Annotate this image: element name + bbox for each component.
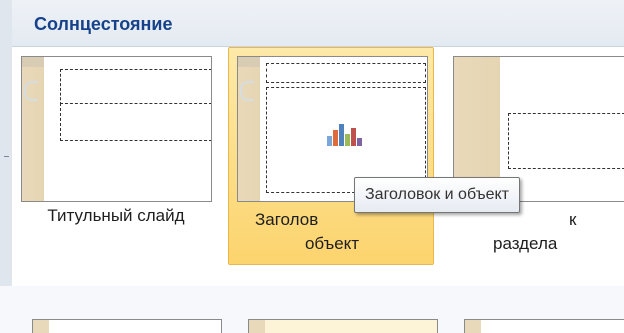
title-placeholder (60, 69, 211, 105)
thumbnail-tab (238, 57, 260, 67)
subtitle-placeholder (60, 103, 211, 141)
layout-thumbnail (21, 56, 212, 202)
layout-label-line1: к (569, 210, 577, 229)
layout-gallery: Титульный слайд Заголов объект к раздела (12, 47, 624, 333)
layout-tile-partial[interactable] (248, 319, 438, 333)
layout-tile-title-and-content[interactable]: Заголов объект (228, 47, 434, 265)
thumbnail-band (465, 320, 481, 333)
layout-label: Титульный слайд (47, 206, 185, 225)
thumbnail-band (238, 57, 260, 201)
layout-label-line2: объект (304, 234, 360, 253)
layout-tooltip: Заголовок и объект (354, 177, 520, 213)
thumbnail-band-hook (24, 81, 38, 101)
title-placeholder (266, 63, 426, 83)
thumbnail-tab (22, 57, 44, 67)
theme-title: Солнцестояние (34, 14, 173, 34)
strip-tick (4, 156, 9, 157)
thumbnail-band-hook (240, 81, 254, 101)
gallery-header: Солнцестояние (12, 0, 624, 47)
layout-tile-title-slide[interactable]: Титульный слайд (12, 47, 218, 265)
layout-label-line1: Заголов (255, 210, 319, 229)
thumbnail-band (22, 57, 44, 201)
layout-tile-partial[interactable] (32, 319, 222, 333)
layout-label-line2: раздела (493, 234, 558, 253)
layout-tile-section-header[interactable]: к раздела (444, 47, 624, 265)
layout-tile-partial[interactable] (464, 319, 624, 333)
section-title-placeholder (508, 113, 624, 169)
thumbnail-band (249, 320, 265, 333)
insert-content-icon (327, 118, 363, 146)
thumbnail-band (33, 320, 49, 333)
